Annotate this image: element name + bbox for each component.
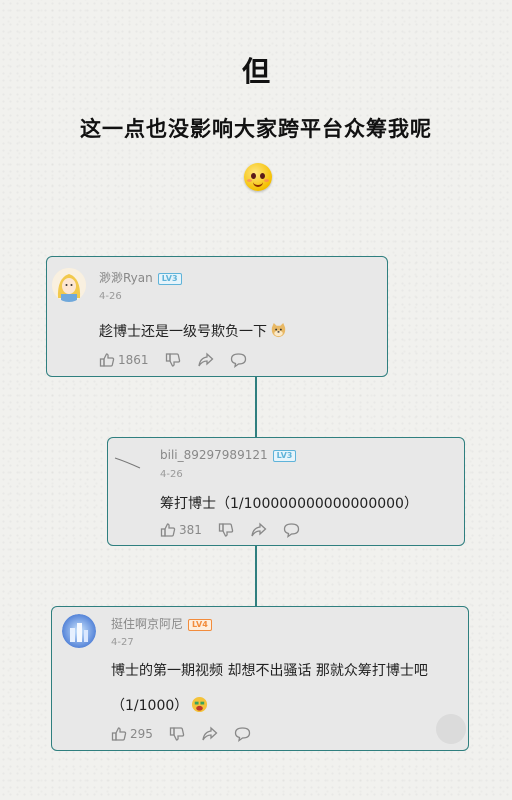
comment-text: 趁博士还是一级号欺负一下	[99, 321, 287, 341]
level-badge: LV4	[188, 618, 212, 631]
username[interactable]: bili_89297989121 LV3	[160, 448, 297, 462]
comment-card: 挺住啊京阿尼 LV4 4-27 博士的第一期视频 却想不出骚话 那就众筹打博士吧 …	[51, 606, 469, 751]
thread-connector	[255, 545, 257, 607]
comment-actions: 295	[111, 726, 267, 742]
comment-text-line-2: （1/1000）	[111, 695, 208, 715]
heading-line-2: 这一点也没影响大家跨平台众筹我呢	[80, 116, 432, 141]
thumbs-down-icon	[169, 727, 185, 741]
doge-emoji-icon	[271, 322, 286, 338]
share-icon	[197, 352, 214, 367]
heading-line-1: 但	[241, 55, 270, 88]
avatar[interactable]	[62, 614, 96, 648]
dislike-button[interactable]	[218, 522, 234, 538]
comment-card: 渺渺Ryan LV3 4-26 趁博士还是一级号欺负一下 1861	[46, 256, 388, 377]
thumbs-up-icon	[99, 353, 115, 367]
comment-text: 博士的第一期视频 却想不出骚话 那就众筹打博士吧	[111, 663, 428, 679]
username[interactable]: 挺住啊京阿尼 LV4	[111, 615, 212, 632]
like-count: 381	[179, 523, 202, 537]
username[interactable]: 渺渺Ryan LV3	[99, 269, 182, 286]
floating-action-button[interactable]	[436, 714, 466, 744]
thumbs-up-icon	[160, 523, 176, 537]
avatar[interactable]	[52, 268, 86, 302]
comment-date: 4-26	[99, 291, 122, 302]
money-face-emoji-icon	[192, 696, 208, 713]
share-button[interactable]	[197, 352, 214, 368]
comment-date: 4-27	[111, 637, 134, 648]
thumbs-up-icon	[111, 727, 127, 741]
comment-bubble-icon	[230, 353, 246, 368]
reply-button[interactable]	[230, 352, 247, 368]
share-button[interactable]	[250, 522, 267, 538]
like-button[interactable]: 381	[160, 522, 202, 538]
comment-actions: 381	[160, 522, 316, 538]
reply-button[interactable]	[234, 726, 251, 742]
thumbs-down-icon	[218, 523, 234, 537]
like-button[interactable]: 1861	[99, 352, 149, 368]
level-badge: LV3	[272, 449, 297, 462]
like-count: 295	[130, 727, 153, 741]
thread-connector	[255, 376, 257, 438]
comment-bubble-icon	[283, 523, 300, 538]
like-count: 1861	[118, 353, 149, 367]
comment-date: 4-26	[160, 469, 183, 480]
dislike-button[interactable]	[169, 726, 185, 742]
share-button[interactable]	[201, 726, 218, 742]
smile-emoji-icon	[244, 163, 272, 191]
like-button[interactable]: 295	[111, 726, 153, 742]
thumbs-down-icon	[165, 353, 180, 367]
reply-button[interactable]	[283, 522, 300, 538]
avatar[interactable]	[113, 446, 147, 480]
comment-text: 筹打博士（1/100000000000000000）	[160, 496, 418, 512]
comment-bubble-icon	[234, 727, 251, 742]
level-badge: LV3	[157, 272, 182, 285]
share-icon	[202, 726, 218, 741]
comment-actions: 1861	[99, 352, 263, 368]
comment-card: bili_89297989121 LV3 4-26 筹打博士（1/10000000…	[107, 437, 465, 546]
share-icon	[251, 522, 267, 537]
dislike-button[interactable]	[165, 352, 181, 368]
